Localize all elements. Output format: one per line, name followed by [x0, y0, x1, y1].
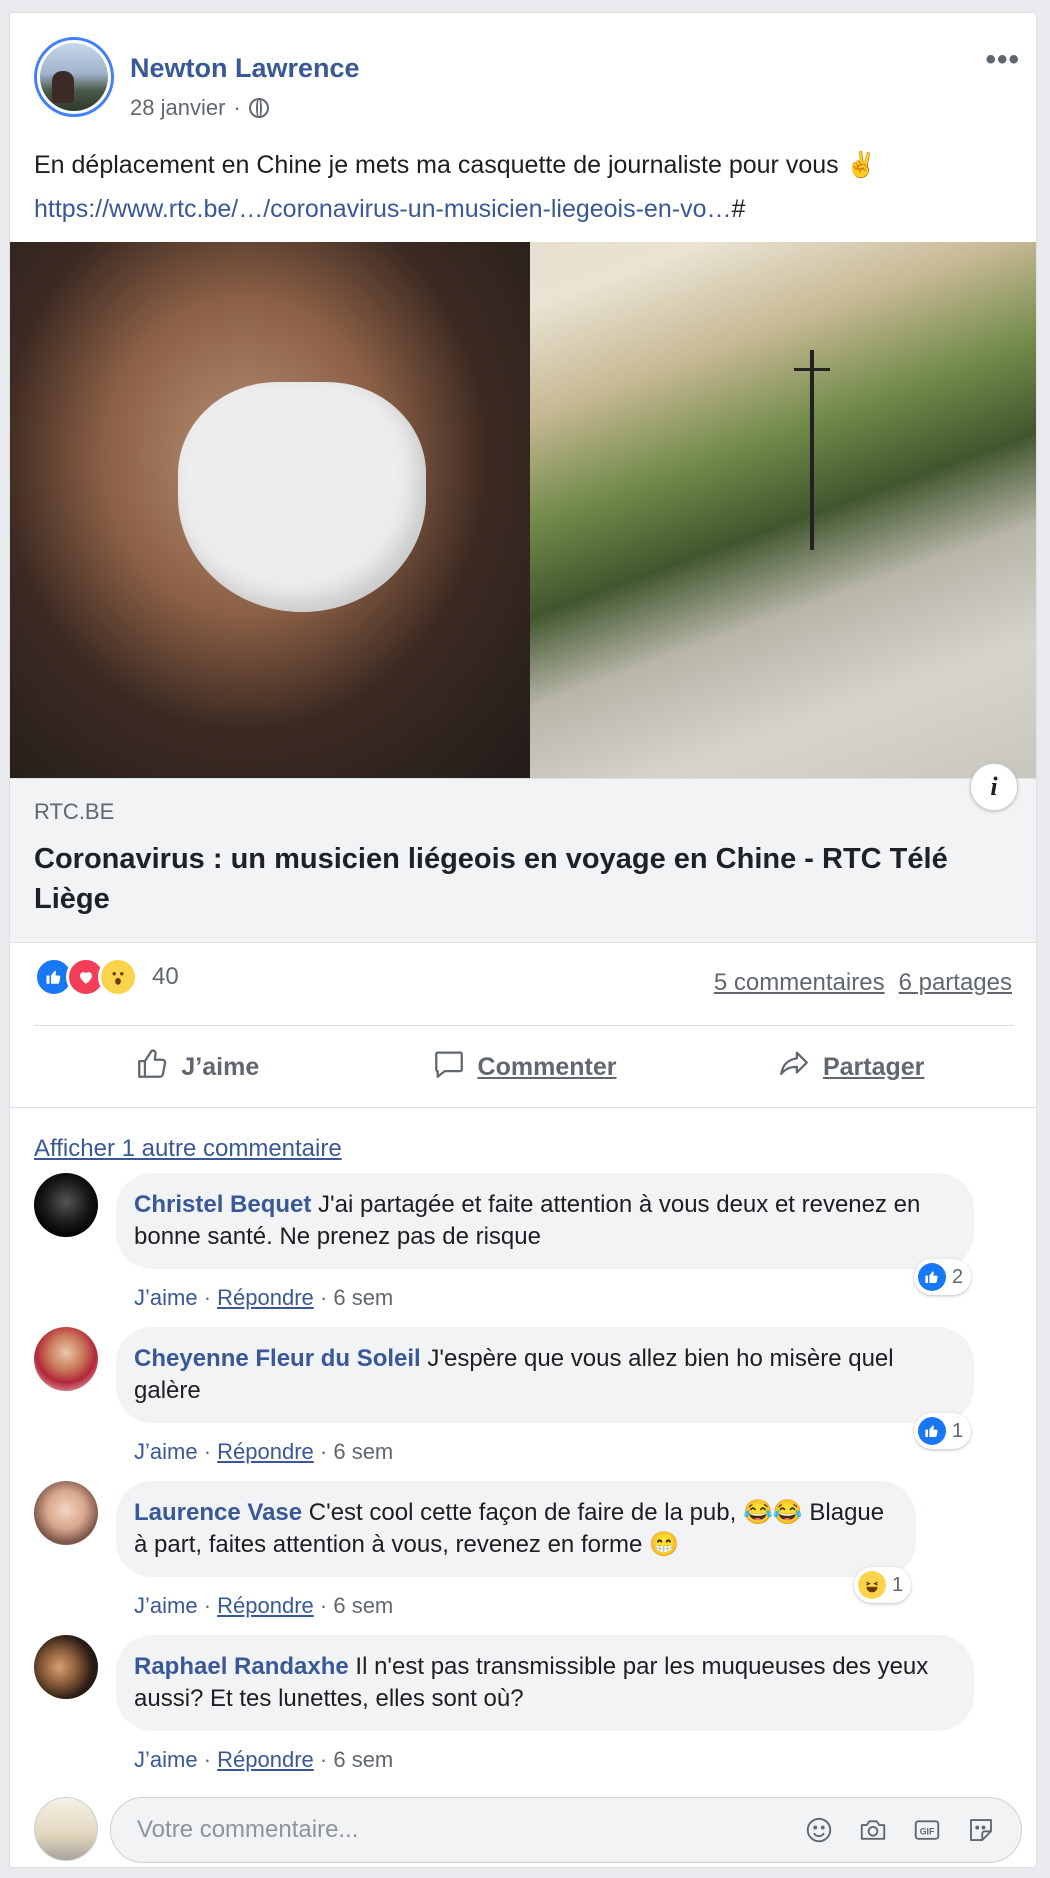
- comment-composer[interactable]: GIF: [110, 1797, 1022, 1863]
- post-link-hash: #: [731, 195, 746, 223]
- commenter-name[interactable]: Raphael Randaxhe: [134, 1653, 349, 1680]
- comment-time[interactable]: 6 sem: [333, 1747, 393, 1772]
- comment-button-label: Commenter: [477, 1052, 617, 1081]
- reaction-count: 40: [152, 963, 179, 990]
- comment-like-link[interactable]: J’aime: [134, 1439, 198, 1464]
- comment-actions: J’aime · Répondre · 6 sem: [134, 1439, 394, 1464]
- view-more-comments-link[interactable]: Afficher 1 autre commentaire: [34, 1135, 342, 1163]
- reactions-summary[interactable]: 40: [34, 957, 179, 997]
- comment-actions: J’aime · Répondre · 6 sem: [134, 1593, 394, 1618]
- info-icon[interactable]: i: [970, 763, 1018, 811]
- comment-item: Raphael Randaxhe Il n'est pas transmissi…: [34, 1635, 1014, 1775]
- commenter-avatar[interactable]: [34, 1173, 98, 1237]
- comment-time[interactable]: 6 sem: [333, 1439, 393, 1464]
- commenter-name[interactable]: Christel Bequet: [134, 1191, 311, 1218]
- more-options-icon[interactable]: •••: [985, 43, 1020, 77]
- gif-icon[interactable]: GIF: [911, 1814, 943, 1846]
- wow-icon: [98, 957, 138, 997]
- comment-reply-link[interactable]: Répondre: [217, 1747, 314, 1772]
- emoji-icon[interactable]: [803, 1814, 835, 1846]
- comments-count-link[interactable]: 5 commentaires: [714, 969, 885, 997]
- composer-icons: GIF: [803, 1814, 997, 1846]
- link-domain: RTC.BE: [34, 799, 115, 824]
- comment-reply-link[interactable]: Répondre: [217, 1285, 314, 1310]
- commenter-avatar[interactable]: [34, 1635, 98, 1699]
- link-preview-image[interactable]: [10, 242, 1036, 778]
- comment-item: Christel Bequet J'ai partagée et faite a…: [34, 1173, 1014, 1313]
- post-text: En déplacement en Chine je mets ma casqu…: [34, 151, 877, 179]
- comment-bubble-icon: [432, 1047, 466, 1088]
- shares-count-link[interactable]: 6 partages: [899, 969, 1012, 997]
- comment-reaction-count: 1: [892, 1573, 904, 1596]
- meta-separator: ·: [233, 95, 241, 120]
- post-meta: 28 janvier ·: [130, 95, 269, 121]
- author-avatar[interactable]: [34, 37, 114, 117]
- comment-bubble: Christel Bequet J'ai partagée et faite a…: [116, 1173, 974, 1269]
- thumbs-up-icon: [135, 1047, 169, 1088]
- comment-reply-link[interactable]: Répondre: [217, 1439, 314, 1464]
- like-button-label: J’aime: [181, 1052, 260, 1081]
- comment-like-link[interactable]: J’aime: [134, 1593, 198, 1618]
- link-title[interactable]: Coronavirus : un musicien liégeois en vo…: [34, 839, 1024, 919]
- comment-item: Laurence Vase C'est cool cette façon de …: [34, 1481, 1014, 1621]
- like-icon: [918, 1417, 946, 1445]
- comment-like-link[interactable]: J’aime: [134, 1285, 198, 1310]
- share-arrow-icon: [777, 1047, 811, 1088]
- post-link[interactable]: https://www.rtc.be/…/coronavirus-un-musi…: [34, 195, 745, 224]
- post-date[interactable]: 28 janvier: [130, 95, 225, 121]
- comment-bubble: Cheyenne Fleur du Soleil J'espère que vo…: [116, 1327, 974, 1423]
- comment-button[interactable]: Commenter: [361, 1035, 688, 1099]
- share-button-label: Partager: [822, 1052, 925, 1081]
- sticker-icon[interactable]: [965, 1814, 997, 1846]
- camera-icon[interactable]: [857, 1814, 889, 1846]
- comment-reaction-count: 2: [952, 1265, 964, 1288]
- commenter-avatar[interactable]: [34, 1481, 98, 1545]
- share-button[interactable]: Partager: [687, 1035, 1014, 1099]
- comment-time[interactable]: 6 sem: [333, 1285, 393, 1310]
- current-user-avatar[interactable]: [34, 1797, 98, 1861]
- divider: [34, 1025, 1014, 1026]
- comment-reaction-badge[interactable]: 2: [914, 1259, 972, 1295]
- divider: [10, 1107, 1036, 1108]
- like-button[interactable]: J’aime: [34, 1035, 361, 1099]
- photo-pylon: [794, 350, 830, 550]
- post-actions: J’aime Commenter Partager: [34, 1035, 1014, 1099]
- post-card: Newton Lawrence 28 janvier · ••• En dépl…: [9, 12, 1037, 1868]
- haha-icon: [858, 1571, 886, 1599]
- comment-like-link[interactable]: J’aime: [134, 1747, 198, 1772]
- comment-reply-link[interactable]: Répondre: [217, 1593, 314, 1618]
- comment-item: Cheyenne Fleur du Soleil J'espère que vo…: [34, 1327, 1014, 1467]
- comment-actions: J’aime · Répondre · 6 sem: [134, 1285, 394, 1310]
- comment-bubble: Laurence Vase C'est cool cette façon de …: [116, 1481, 916, 1577]
- globe-icon[interactable]: [248, 98, 269, 118]
- comment-reaction-badge[interactable]: 1: [854, 1567, 912, 1603]
- like-icon: [918, 1263, 946, 1291]
- comment-reaction-count: 1: [952, 1419, 964, 1442]
- post-stats: 5 commentaires 6 partages: [714, 969, 1012, 997]
- comment-time[interactable]: 6 sem: [333, 1593, 393, 1618]
- commenter-name[interactable]: Laurence Vase: [134, 1499, 302, 1526]
- comment-actions: J’aime · Répondre · 6 sem: [134, 1747, 394, 1772]
- author-name[interactable]: Newton Lawrence: [130, 53, 360, 84]
- svg-text:GIF: GIF: [920, 1826, 935, 1836]
- commenter-avatar[interactable]: [34, 1327, 98, 1391]
- link-preview-box[interactable]: RTC.BE Coronavirus : un musicien liégeoi…: [10, 778, 1036, 943]
- post-link-url[interactable]: https://www.rtc.be/…/coronavirus-un-musi…: [34, 195, 731, 223]
- comment-input[interactable]: [135, 1815, 803, 1845]
- commenter-name[interactable]: Cheyenne Fleur du Soleil: [134, 1345, 421, 1372]
- comment-bubble: Raphael Randaxhe Il n'est pas transmissi…: [116, 1635, 974, 1731]
- comment-reaction-badge[interactable]: 1: [914, 1413, 972, 1449]
- photo-mask: [178, 382, 426, 612]
